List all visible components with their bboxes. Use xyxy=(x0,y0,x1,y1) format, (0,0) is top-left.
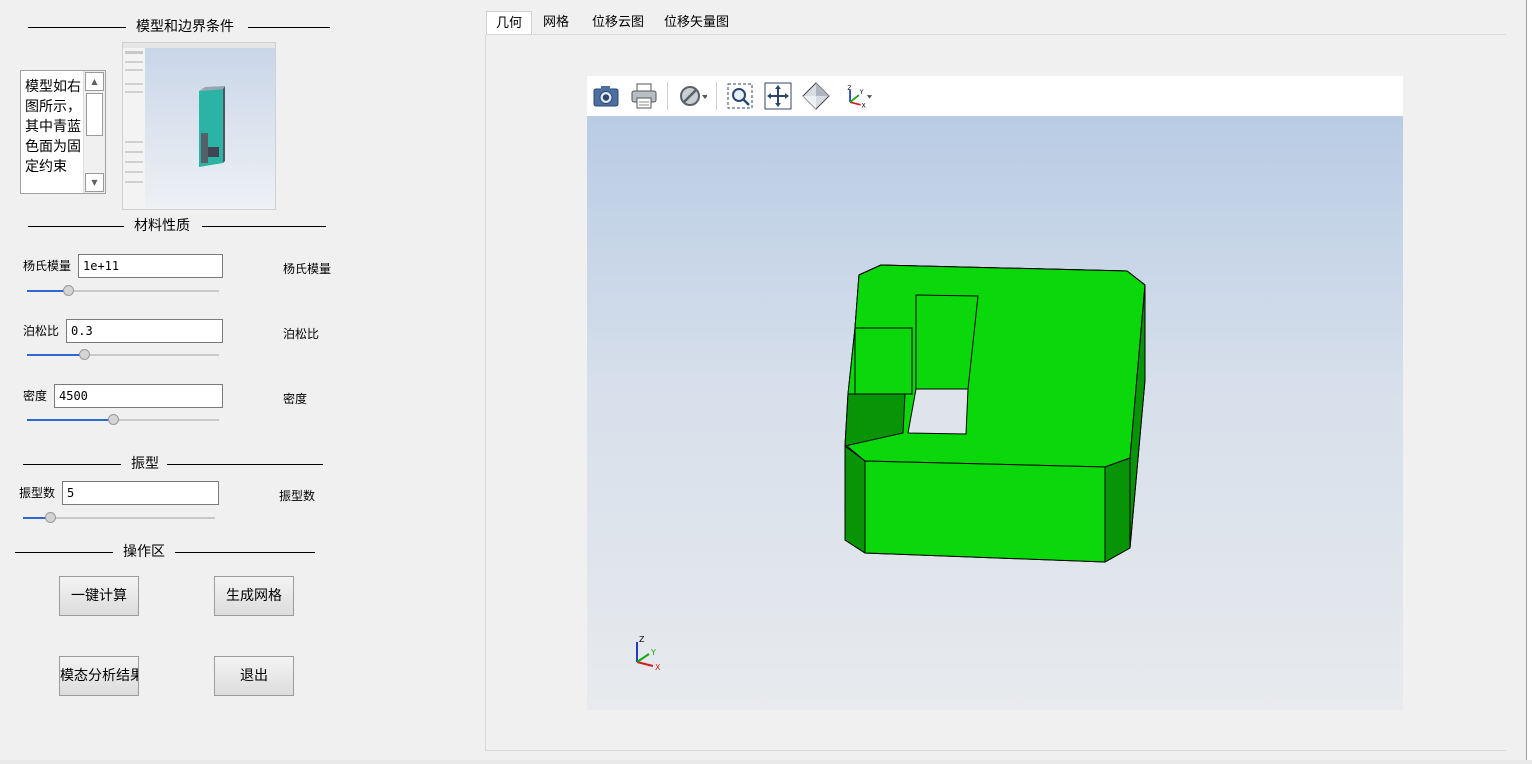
poisson-ratio-slider[interactable] xyxy=(27,349,219,361)
mode-count-label: 振型数 xyxy=(19,486,56,500)
window-edge-bottom xyxy=(0,760,1532,764)
model-slot-left-wall xyxy=(854,327,913,395)
camera-icon[interactable] xyxy=(591,81,621,111)
tab-geometry[interactable]: 几何 xyxy=(486,11,533,35)
3d-model[interactable] xyxy=(587,116,1403,710)
compute-button[interactable]: 一键计算 xyxy=(59,576,139,616)
print-icon[interactable] xyxy=(629,81,659,111)
scroll-thumb[interactable] xyxy=(86,93,103,136)
mode-group-header: 振型 xyxy=(23,456,323,472)
ops-group-title: 操作区 xyxy=(123,544,165,560)
model-front-face xyxy=(864,460,1106,563)
ops-group-header: 操作区 xyxy=(15,544,315,560)
youngs-modulus-label: 杨氏模量 xyxy=(23,259,72,273)
poisson-ratio-input[interactable]: 0.3 xyxy=(66,319,223,343)
tab-displacement-vector[interactable]: 位移矢量图 xyxy=(655,11,738,34)
model-right-bevel-face xyxy=(1104,457,1131,563)
slider-handle[interactable] xyxy=(79,349,90,360)
axis-y-label: Y xyxy=(650,648,656,657)
mode-count-side-label: 振型数 xyxy=(279,489,316,503)
material-group-header: 材料性质 xyxy=(28,218,326,234)
model-preview-image xyxy=(122,42,276,210)
axis-z-label: Z xyxy=(639,635,645,644)
display-mode-icon[interactable] xyxy=(677,81,707,111)
mode-group-title: 振型 xyxy=(131,456,159,472)
density-input[interactable]: 4500 xyxy=(54,384,223,408)
svg-text:Y: Y xyxy=(859,89,864,96)
3d-viewer[interactable]: Z Y X Z Y X xyxy=(587,76,1403,710)
density-side-label: 密度 xyxy=(283,392,308,406)
scroll-down-icon[interactable]: ▼ xyxy=(85,173,104,192)
axis-triad-icon: Z Y X xyxy=(636,635,661,672)
viewer-canvas[interactable]: Z Y X xyxy=(587,116,1403,710)
density-slider[interactable] xyxy=(27,414,219,426)
model-group-header: 模型和边界条件 xyxy=(28,19,330,35)
poisson-ratio-label: 泊松比 xyxy=(23,324,60,338)
model-through-hole xyxy=(907,388,969,435)
main-window: 模型和边界条件 模型如右图所示，其中青蓝色面为固定约束 ▲ ▼ 材料性质 杨氏模… xyxy=(0,0,1527,761)
textarea-scrollbar[interactable]: ▲ ▼ xyxy=(83,71,105,193)
model-description-textarea[interactable]: 模型如右图所示，其中青蓝色面为固定约束 ▲ ▼ xyxy=(20,70,106,194)
youngs-modulus-slider[interactable] xyxy=(27,285,219,297)
fit-all-icon[interactable] xyxy=(763,81,793,111)
material-group-title: 材料性质 xyxy=(134,218,190,234)
window-edge-right xyxy=(1527,0,1532,764)
tab-displacement-contour[interactable]: 位移云图 xyxy=(583,11,653,34)
view-tabbar: 几何 网格 位移云图 位移矢量图 xyxy=(486,11,1506,35)
slider-handle[interactable] xyxy=(108,414,119,425)
slider-handle[interactable] xyxy=(45,512,56,523)
slider-handle[interactable] xyxy=(63,285,74,296)
axis-x-label: X xyxy=(655,663,661,672)
model-group-title: 模型和边界条件 xyxy=(136,19,234,35)
generate-mesh-button[interactable]: 生成网格 xyxy=(214,576,294,616)
exit-button[interactable]: 退出 xyxy=(214,656,294,696)
modal-results-button[interactable]: 模态分析结果 xyxy=(59,656,139,696)
tab-mesh[interactable]: 网格 xyxy=(534,11,578,34)
svg-text:Z: Z xyxy=(847,85,851,92)
zoom-window-icon[interactable] xyxy=(725,81,755,111)
model-description-text: 模型如右图所示，其中青蓝色面为固定约束 xyxy=(25,79,81,175)
view-cube-icon[interactable] xyxy=(801,81,831,111)
poisson-ratio-side-label: 泊松比 xyxy=(283,327,320,341)
model-left-bevel-face xyxy=(844,445,866,554)
density-label: 密度 xyxy=(23,389,48,403)
model-slot-back-wall xyxy=(915,294,979,390)
viewer-toolbar: Z Y X xyxy=(587,76,1403,116)
mode-count-slider[interactable] xyxy=(23,512,215,524)
youngs-modulus-input[interactable]: 1e+11 xyxy=(78,254,223,278)
scroll-up-icon[interactable]: ▲ xyxy=(85,72,104,91)
axes-orientation-icon[interactable]: Z Y X xyxy=(843,81,873,111)
svg-text:X: X xyxy=(862,102,867,109)
youngs-modulus-side-label: 杨氏模量 xyxy=(283,262,332,276)
mode-count-input[interactable]: 5 xyxy=(62,481,219,505)
